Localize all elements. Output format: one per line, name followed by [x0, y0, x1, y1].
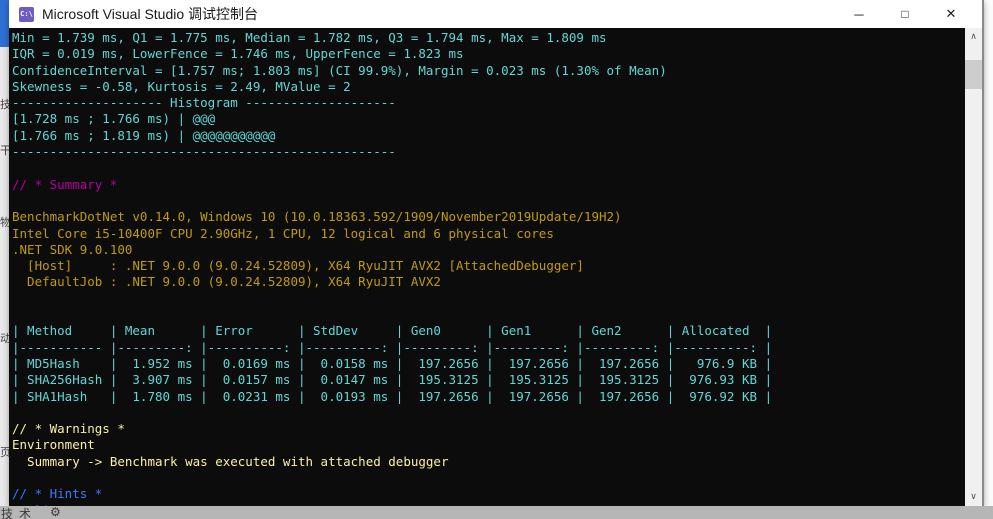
console-line: Summary -> Benchmark was executed with a…	[12, 454, 965, 470]
minimize-button[interactable]: ─	[836, 0, 882, 28]
console-line: [1.766 ms ; 1.819 ms) | @@@@@@@@@@@	[12, 128, 965, 144]
console-line: // * Summary *	[12, 177, 965, 193]
close-button[interactable]: ✕	[928, 0, 974, 28]
background-fragment: 技	[0, 96, 9, 112]
console-line: Intel Core i5-10400F CPU 2.90GHz, 1 CPU,…	[12, 226, 965, 242]
background-right-strip	[984, 0, 993, 519]
console-line	[12, 291, 965, 307]
background-blue-block	[0, 0, 9, 47]
scrollbar-track[interactable]: ∧ ∨	[965, 28, 982, 506]
console-line	[12, 193, 965, 209]
maximize-button[interactable]: □	[882, 0, 928, 28]
console-window: C:\ Microsoft Visual Studio 调试控制台 ─ □ ✕ …	[9, 0, 984, 506]
console-line	[12, 470, 965, 486]
console-line: Min = 1.739 ms, Q1 = 1.775 ms, Median = …	[12, 30, 965, 46]
background-left-strip: 技干物动页	[0, 0, 9, 519]
console-line: // * Hints *	[12, 486, 965, 502]
console-line: ConfidenceInterval = [1.757 ms; 1.803 ms…	[12, 63, 965, 79]
console-line	[12, 405, 965, 421]
console-line: ----------------------------------------…	[12, 144, 965, 160]
background-fragment: 动	[0, 330, 9, 346]
gear-icon: ⚙	[50, 506, 61, 519]
console-viewport: Min = 1.739 ms, Q1 = 1.775 ms, Median = …	[9, 28, 982, 506]
background-fragment: 干	[0, 142, 9, 158]
console-line: // * Warnings *	[12, 421, 965, 437]
console-line	[12, 160, 965, 176]
console-output: Min = 1.739 ms, Q1 = 1.775 ms, Median = …	[12, 30, 965, 506]
console-line: |----------- |---------: |----------: |-…	[12, 340, 965, 356]
scroll-thumb[interactable]	[965, 60, 982, 89]
window-controls: ─ □ ✕	[836, 0, 974, 28]
console-line: [Host] : .NET 9.0.0 (9.0.24.52809), X64 …	[12, 258, 965, 274]
console-line: | MD5Hash | 1.952 ms | 0.0169 ms | 0.015…	[12, 356, 965, 372]
scroll-up-button[interactable]: ∧	[965, 29, 982, 45]
console-line: BenchmarkDotNet v0.14.0, Windows 10 (10.…	[12, 209, 965, 225]
background-bottom-strip: 技术 ⚙	[0, 506, 993, 519]
console-line: .NET SDK 9.0.100	[12, 242, 965, 258]
console-line	[12, 307, 965, 323]
console-line: DefaultJob : .NET 9.0.0 (9.0.24.52809), …	[12, 274, 965, 290]
console-line: | SHA1Hash | 1.780 ms | 0.0231 ms | 0.01…	[12, 389, 965, 405]
background-fragment: 物	[0, 214, 9, 230]
console-line: -------------------- Histogram ---------…	[12, 95, 965, 111]
console-line: [1.728 ms ; 1.766 ms) | @@@	[12, 111, 965, 127]
console-line: IQR = 0.019 ms, LowerFence = 1.746 ms, U…	[12, 46, 965, 62]
console-line: | SHA256Hash | 3.907 ms | 0.0157 ms | 0.…	[12, 372, 965, 388]
window-title: Microsoft Visual Studio 调试控制台	[42, 4, 836, 24]
titlebar: C:\ Microsoft Visual Studio 调试控制台 ─ □ ✕	[9, 0, 982, 28]
console-app-icon: C:\	[19, 7, 34, 22]
background-text-fragment: 技术	[1, 506, 37, 519]
console-line: Environment	[12, 437, 965, 453]
scroll-down-button[interactable]: ∨	[965, 489, 982, 505]
console-line: Skewness = -0.58, Kurtosis = 2.49, MValu…	[12, 79, 965, 95]
background-fragment: 页	[0, 444, 9, 460]
console-line: | Method | Mean | Error | StdDev | Gen0 …	[12, 323, 965, 339]
